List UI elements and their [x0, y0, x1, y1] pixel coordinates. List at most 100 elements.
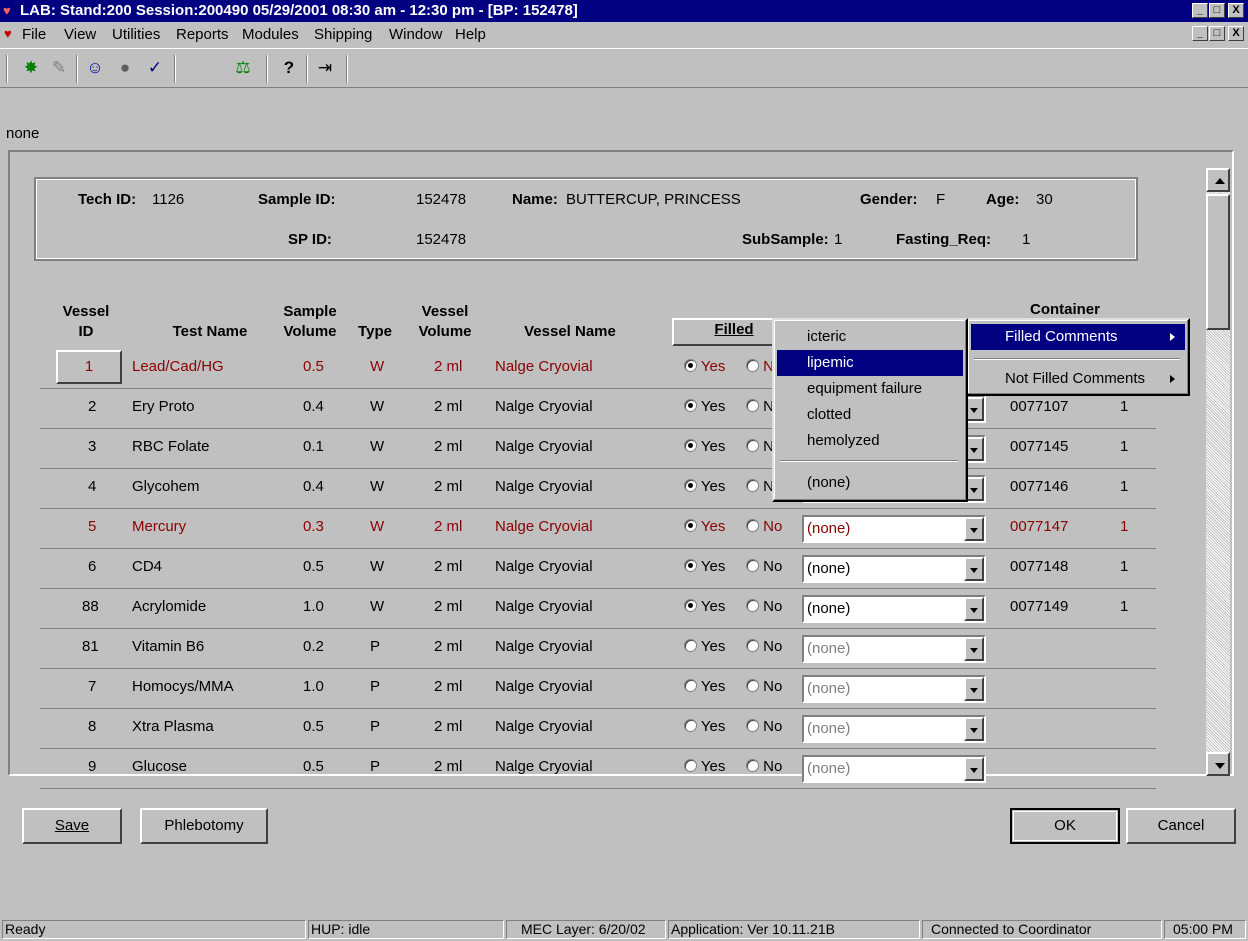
app-icon[interactable]: ♥	[3, 3, 17, 18]
container-qty: 1	[1120, 398, 1129, 415]
ok-button-label: OK	[1054, 817, 1076, 834]
submenu-item-clotted[interactable]: clotted	[777, 402, 963, 428]
exit-icon[interactable]: ⇥	[312, 55, 338, 81]
toolbar-separator	[76, 55, 78, 83]
cancel-button[interactable]: Cancel	[1126, 808, 1236, 844]
filled-yes-radio[interactable]: Yes	[684, 438, 725, 455]
mdi-minimize-button[interactable]: _	[1192, 26, 1208, 41]
sample-volume: 0.1	[303, 438, 324, 455]
filled-yes-radio[interactable]: Yes	[684, 598, 725, 615]
submenu-item-equipment-failure[interactable]: equipment failure	[777, 376, 963, 402]
vessel-volume: 2 ml	[434, 398, 463, 415]
menu-window[interactable]: Window	[389, 26, 442, 43]
vessel-name: Nalge Cryovial	[495, 358, 593, 375]
chevron-down-icon[interactable]	[964, 757, 984, 781]
menu-file[interactable]: File	[22, 26, 46, 43]
comment-dropdown[interactable]: (none)	[802, 555, 986, 583]
mdi-restore-button[interactable]: □	[1209, 26, 1225, 41]
mdi-close-button[interactable]: X	[1228, 26, 1244, 41]
menu-modules[interactable]: Modules	[242, 26, 299, 43]
phlebotomy-button[interactable]: Phlebotomy	[140, 808, 268, 844]
filled-yes-radio[interactable]: Yes	[684, 678, 725, 695]
menu-utilities[interactable]: Utilities	[112, 26, 160, 43]
maximize-button[interactable]: □	[1209, 3, 1225, 18]
minimize-button[interactable]: _	[1192, 3, 1208, 18]
subsample-value: 1	[834, 231, 843, 248]
context-menu-not-filled-comments[interactable]: Not Filled Comments	[971, 366, 1185, 392]
vertical-scrollbar[interactable]	[1206, 168, 1230, 776]
header-container: Container	[1029, 301, 1100, 318]
table-row[interactable]: 81 Vitamin B6 0.2 P 2 ml Nalge Cryovial Yes N…	[40, 628, 1156, 669]
filled-yes-radio[interactable]: Yes	[684, 758, 725, 775]
chevron-down-icon[interactable]	[964, 717, 984, 741]
chevron-down-icon[interactable]	[964, 637, 984, 661]
filled-no-radio[interactable]: No	[746, 638, 782, 655]
filled-no-radio[interactable]: No	[746, 758, 782, 775]
vessel-name: Nalge Cryovial	[495, 518, 593, 535]
scroll-up-button[interactable]	[1206, 168, 1230, 192]
filled-yes-radio[interactable]: Yes	[684, 478, 725, 495]
filled-yes-radio[interactable]: Yes	[684, 638, 725, 655]
comment-dropdown[interactable]: (none)	[802, 635, 986, 663]
filled-yes-radio[interactable]: Yes	[684, 518, 725, 535]
table-row[interactable]: 5 Mercury 0.3 W 2 ml Nalge Cryovial Yes No (no…	[40, 508, 1156, 549]
menu-shipping[interactable]: Shipping	[314, 26, 372, 43]
chevron-down-icon[interactable]	[964, 557, 984, 581]
vessel-id-button[interactable]: 1	[56, 350, 122, 384]
menu-reports[interactable]: Reports	[176, 26, 229, 43]
scroll-thumb[interactable]	[1206, 194, 1230, 330]
gender-value: F	[936, 191, 946, 208]
submenu-item-lipemic[interactable]: lipemic	[777, 350, 963, 376]
chevron-down-icon[interactable]	[964, 597, 984, 621]
scale-icon[interactable]: ⚖	[230, 55, 256, 81]
filled-no-radio[interactable]: No	[746, 518, 782, 535]
submenu-item-hemolyzed[interactable]: hemolyzed	[777, 428, 963, 454]
submenu-item-icteric[interactable]: icteric	[777, 324, 963, 350]
checkmark-icon[interactable]: ✓	[142, 55, 168, 81]
scroll-down-button[interactable]	[1206, 752, 1230, 776]
filled-yes-radio[interactable]: Yes	[684, 358, 725, 375]
people-icon[interactable]: ☺	[82, 55, 108, 81]
ok-button[interactable]: OK	[1010, 808, 1120, 844]
filled-no-radio[interactable]: No	[746, 558, 782, 575]
table-row[interactable]: 4Glycohem0.4W2 mlNalge Cryovial Yes No(n…	[40, 468, 1156, 509]
table-row[interactable]: 6 CD4 0.5 W 2 ml Nalge Cryovial Yes No (none) 0…	[40, 548, 1156, 589]
menu-help[interactable]: Help	[455, 26, 486, 43]
comment-dropdown[interactable]: (none)	[802, 715, 986, 743]
title-bar[interactable]: ♥ LAB: Stand:200 Session:200490 05/29/20…	[0, 0, 1248, 22]
submenu-item-none[interactable]: (none)	[777, 470, 963, 496]
document-icon[interactable]: ♥	[4, 26, 12, 41]
comment-dropdown[interactable]: (none)	[802, 515, 986, 543]
comment-dropdown[interactable]: (none)	[802, 595, 986, 623]
comment-dropdown[interactable]: (none)	[802, 675, 986, 703]
chevron-down-icon[interactable]	[964, 517, 984, 541]
table-row[interactable]: 7 Homocys/MMA 1.0 P 2 ml Nalge Cryovial Yes N…	[40, 668, 1156, 709]
table-row[interactable]: 88 Acrylomide 1.0 W 2 ml Nalge Cryovial Yes N…	[40, 588, 1156, 629]
no-label: No	[763, 678, 783, 695]
save-button[interactable]: Save	[22, 808, 122, 844]
table-row[interactable]: 8 Xtra Plasma 0.5 P 2 ml Nalge Cryovial Yes N…	[40, 708, 1156, 749]
filled-no-radio[interactable]: No	[746, 598, 782, 615]
context-menu-filled-comments[interactable]: Filled Comments	[971, 324, 1185, 350]
filled-yes-radio[interactable]: Yes	[684, 558, 725, 575]
help-icon[interactable]: ?	[276, 55, 302, 81]
no-label: No	[763, 558, 783, 575]
menu-view[interactable]: View	[64, 26, 96, 43]
table-row[interactable]: 3RBC Folate0.1W2 mlNalge Cryovial Yes No…	[40, 428, 1156, 469]
chevron-down-icon[interactable]	[964, 677, 984, 701]
filled-yes-radio[interactable]: Yes	[684, 718, 725, 735]
save-button-label: Save	[54, 817, 90, 834]
filled-yes-radio[interactable]: Yes	[684, 398, 725, 415]
edit-icon[interactable]: ✎	[46, 55, 72, 81]
close-button[interactable]: X	[1228, 3, 1244, 18]
test-name: Mercury	[132, 518, 187, 535]
new-icon[interactable]: ✸	[18, 55, 44, 81]
filled-no-radio[interactable]: No	[746, 718, 782, 735]
filled-no-radio[interactable]: No	[746, 678, 782, 695]
yes-label: Yes	[700, 558, 726, 575]
table-row[interactable]: 9 Glucose 0.5 P 2 ml Nalge Cryovial Yes No (no…	[40, 748, 1156, 789]
fasting-req-label: Fasting_Req:	[896, 231, 992, 248]
record-icon[interactable]: ●	[112, 55, 138, 81]
comment-dropdown[interactable]: (none)	[802, 755, 986, 783]
sample-type: W	[370, 558, 385, 575]
